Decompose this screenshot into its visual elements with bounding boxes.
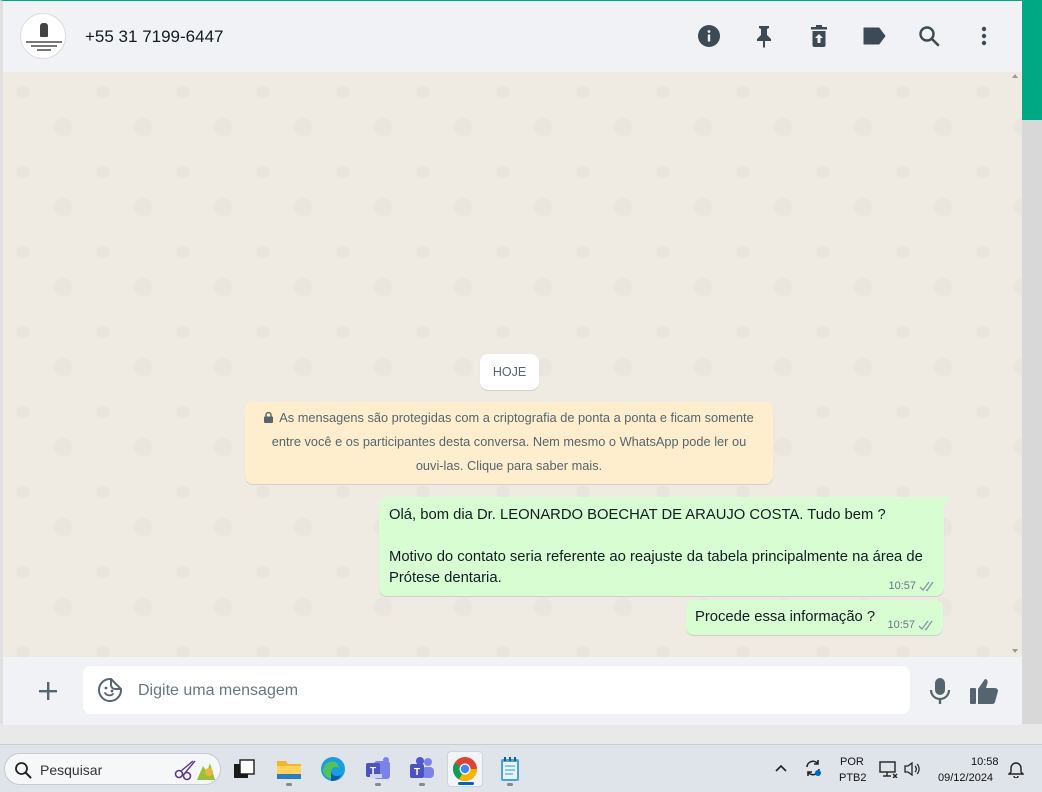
teams-classic-icon: T <box>366 757 390 779</box>
contact-avatar[interactable] <box>20 13 66 59</box>
chrome-browser-icon <box>452 757 477 782</box>
message-meta: 10:57 <box>887 619 935 631</box>
notepad-icon <box>501 757 519 781</box>
input-language[interactable]: POR <box>840 756 864 768</box>
keyboard-layout[interactable]: PTB2 <box>839 772 867 784</box>
sync-icon[interactable] <box>803 758 823 778</box>
taskbar-search-label: Pesquisar <box>40 762 103 778</box>
task-view-icon <box>234 759 255 778</box>
encryption-notice-text: As mensagens são protegidas com a cripto… <box>271 410 754 473</box>
thumbs-up-icon[interactable] <box>969 677 999 705</box>
scroll-up-arrow-icon[interactable] <box>1012 74 1018 78</box>
message-input[interactable] <box>138 680 838 702</box>
attach-plus-icon[interactable] <box>35 678 61 704</box>
windows-taskbar: Pesquisar T T POR PTB2 10:58 09/12/2024 <box>0 744 1042 792</box>
network-icon[interactable] <box>879 760 899 778</box>
delete-icon[interactable] <box>806 23 832 49</box>
double-check-icon <box>918 620 933 630</box>
message-meta: 10:57 <box>888 580 936 592</box>
message-time: 10:57 <box>888 580 916 592</box>
message-text: Motivo do contato seria referente ao rea… <box>389 549 923 586</box>
file-explorer-icon <box>277 761 301 779</box>
lock-icon <box>264 412 274 423</box>
date-separator: HOJE <box>480 354 539 390</box>
tray-date[interactable]: 09/12/2024 <box>938 772 993 784</box>
sticker-icon[interactable] <box>97 677 123 703</box>
window-accent-strip <box>1022 0 1042 120</box>
message-list[interactable]: HOJE As mensagens são protegidas com a c… <box>3 72 1022 657</box>
outgoing-message[interactable]: Procede essa informação ? 10:57 <box>686 600 943 635</box>
pin-icon[interactable] <box>751 23 777 49</box>
taskbar-task-view[interactable] <box>226 751 262 787</box>
notification-bell-icon[interactable] <box>1008 760 1024 778</box>
chat-header: +55 31 7199-6447 <box>3 1 1022 72</box>
encryption-notice[interactable]: As mensagens são protegidas com a cripto… <box>245 402 773 484</box>
whatsapp-chat-window: +55 31 7199-6447 HOJE As mensagens são p… <box>0 0 1022 725</box>
message-text: Olá, bom dia Dr. LEONARDO BOECHAT DE ARA… <box>389 507 886 523</box>
taskbar-chrome[interactable] <box>447 751 483 787</box>
taskbar-edge[interactable] <box>315 751 351 787</box>
outgoing-message[interactable]: Olá, bom dia Dr. LEONARDO BOECHAT DE ARA… <box>379 497 952 596</box>
window-scroll-gutter <box>1022 120 1042 724</box>
svg-text:T: T <box>414 767 420 778</box>
more-vertical-icon[interactable] <box>971 23 997 49</box>
contact-name[interactable]: +55 31 7199-6447 <box>85 27 224 47</box>
search-icon[interactable] <box>916 23 942 49</box>
tray-expand-chevron-icon[interactable] <box>775 764 787 772</box>
message-time: 10:57 <box>887 619 915 631</box>
label-icon[interactable] <box>861 23 887 49</box>
taskbar-notepad[interactable] <box>492 751 528 787</box>
taskbar-teams[interactable]: T <box>404 751 440 787</box>
edge-browser-icon <box>321 757 345 782</box>
taskbar-teams-classic[interactable]: T <box>360 751 396 787</box>
volume-icon[interactable] <box>903 761 921 777</box>
message-input-box[interactable] <box>83 666 910 714</box>
tray-clock[interactable]: 10:58 <box>971 756 999 768</box>
scroll-down-arrow-icon[interactable] <box>1012 649 1018 653</box>
info-icon[interactable] <box>696 23 722 49</box>
taskbar-file-explorer[interactable] <box>271 751 307 787</box>
message-composer <box>3 657 1022 725</box>
search-highlight-art-icon <box>174 760 215 781</box>
teams-icon: T <box>410 757 434 778</box>
taskbar-search-box[interactable]: Pesquisar <box>4 753 221 785</box>
microphone-icon[interactable] <box>928 677 952 705</box>
double-check-icon <box>919 581 934 591</box>
search-icon <box>15 762 32 779</box>
